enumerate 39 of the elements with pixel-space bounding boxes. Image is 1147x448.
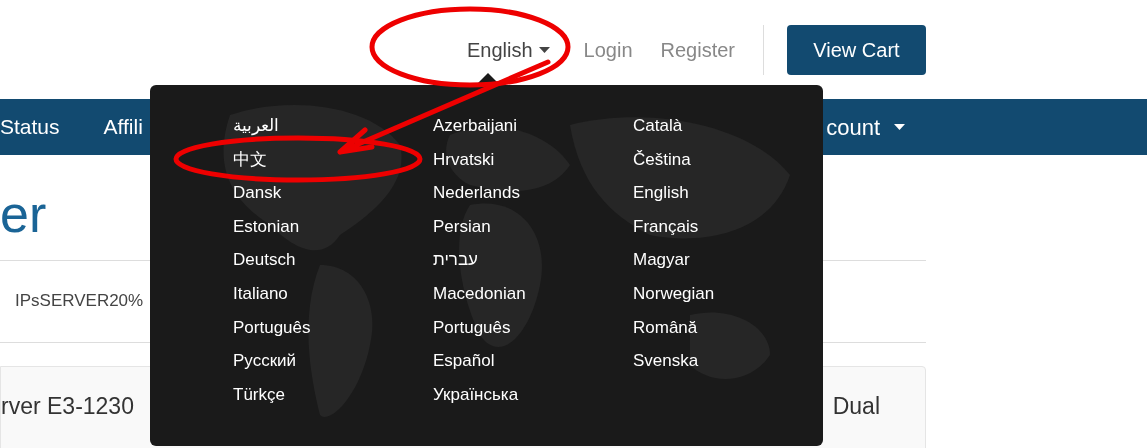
language-option[interactable]: English	[633, 183, 689, 204]
language-option[interactable]: Português	[233, 317, 311, 338]
language-option[interactable]: العربية	[233, 116, 279, 136]
language-option[interactable]: Deutsch	[233, 250, 296, 271]
language-menu[interactable]: English	[466, 34, 550, 65]
language-option[interactable]: Español	[433, 351, 495, 372]
language-option[interactable]: Estonian	[233, 216, 300, 237]
account-menu[interactable]: count	[826, 110, 905, 144]
language-option[interactable]: Svenska	[633, 351, 699, 372]
language-option[interactable]: Română	[633, 317, 698, 338]
caret-icon	[538, 46, 550, 53]
language-option[interactable]: Русский	[233, 351, 297, 372]
header-link[interactable]: Register	[660, 34, 735, 65]
language-option[interactable]: Català	[633, 116, 683, 136]
language-option[interactable]: Hrvatski	[433, 149, 495, 170]
header-link[interactable]: Login	[583, 34, 633, 65]
language-option[interactable]: 中文	[233, 149, 267, 170]
language-option[interactable]: Dansk	[233, 183, 282, 204]
language-option[interactable]: Türkçe	[233, 384, 285, 405]
product-title: Dual	[832, 391, 880, 421]
language-option[interactable]: Português	[433, 317, 511, 338]
language-option[interactable]: Українська	[433, 384, 519, 405]
nav-link[interactable]: Status	[0, 111, 60, 143]
view-cart-button[interactable]: View Cart	[787, 24, 926, 75]
language-option[interactable]: Azerbaijani	[433, 116, 518, 136]
language-option[interactable]: Norwegian	[633, 283, 715, 304]
language-option[interactable]: Italiano	[233, 283, 288, 304]
language-option[interactable]: Persian	[433, 216, 491, 237]
language-option[interactable]: Magyar	[633, 250, 690, 271]
caret-icon	[894, 124, 905, 130]
language-option[interactable]: Français	[633, 216, 699, 237]
language-option[interactable]: Nederlands	[433, 183, 520, 204]
language-option[interactable]: עברית	[433, 250, 478, 271]
promo-text: IPsSERVER20%	[15, 290, 144, 312]
language-option[interactable]: Čeština	[633, 149, 691, 170]
language-option[interactable]: Macedonian	[433, 283, 526, 304]
product-title: rver E3-1230	[1, 391, 134, 421]
page-heading: er	[0, 184, 47, 245]
nav-link[interactable]: Affili	[103, 111, 143, 143]
